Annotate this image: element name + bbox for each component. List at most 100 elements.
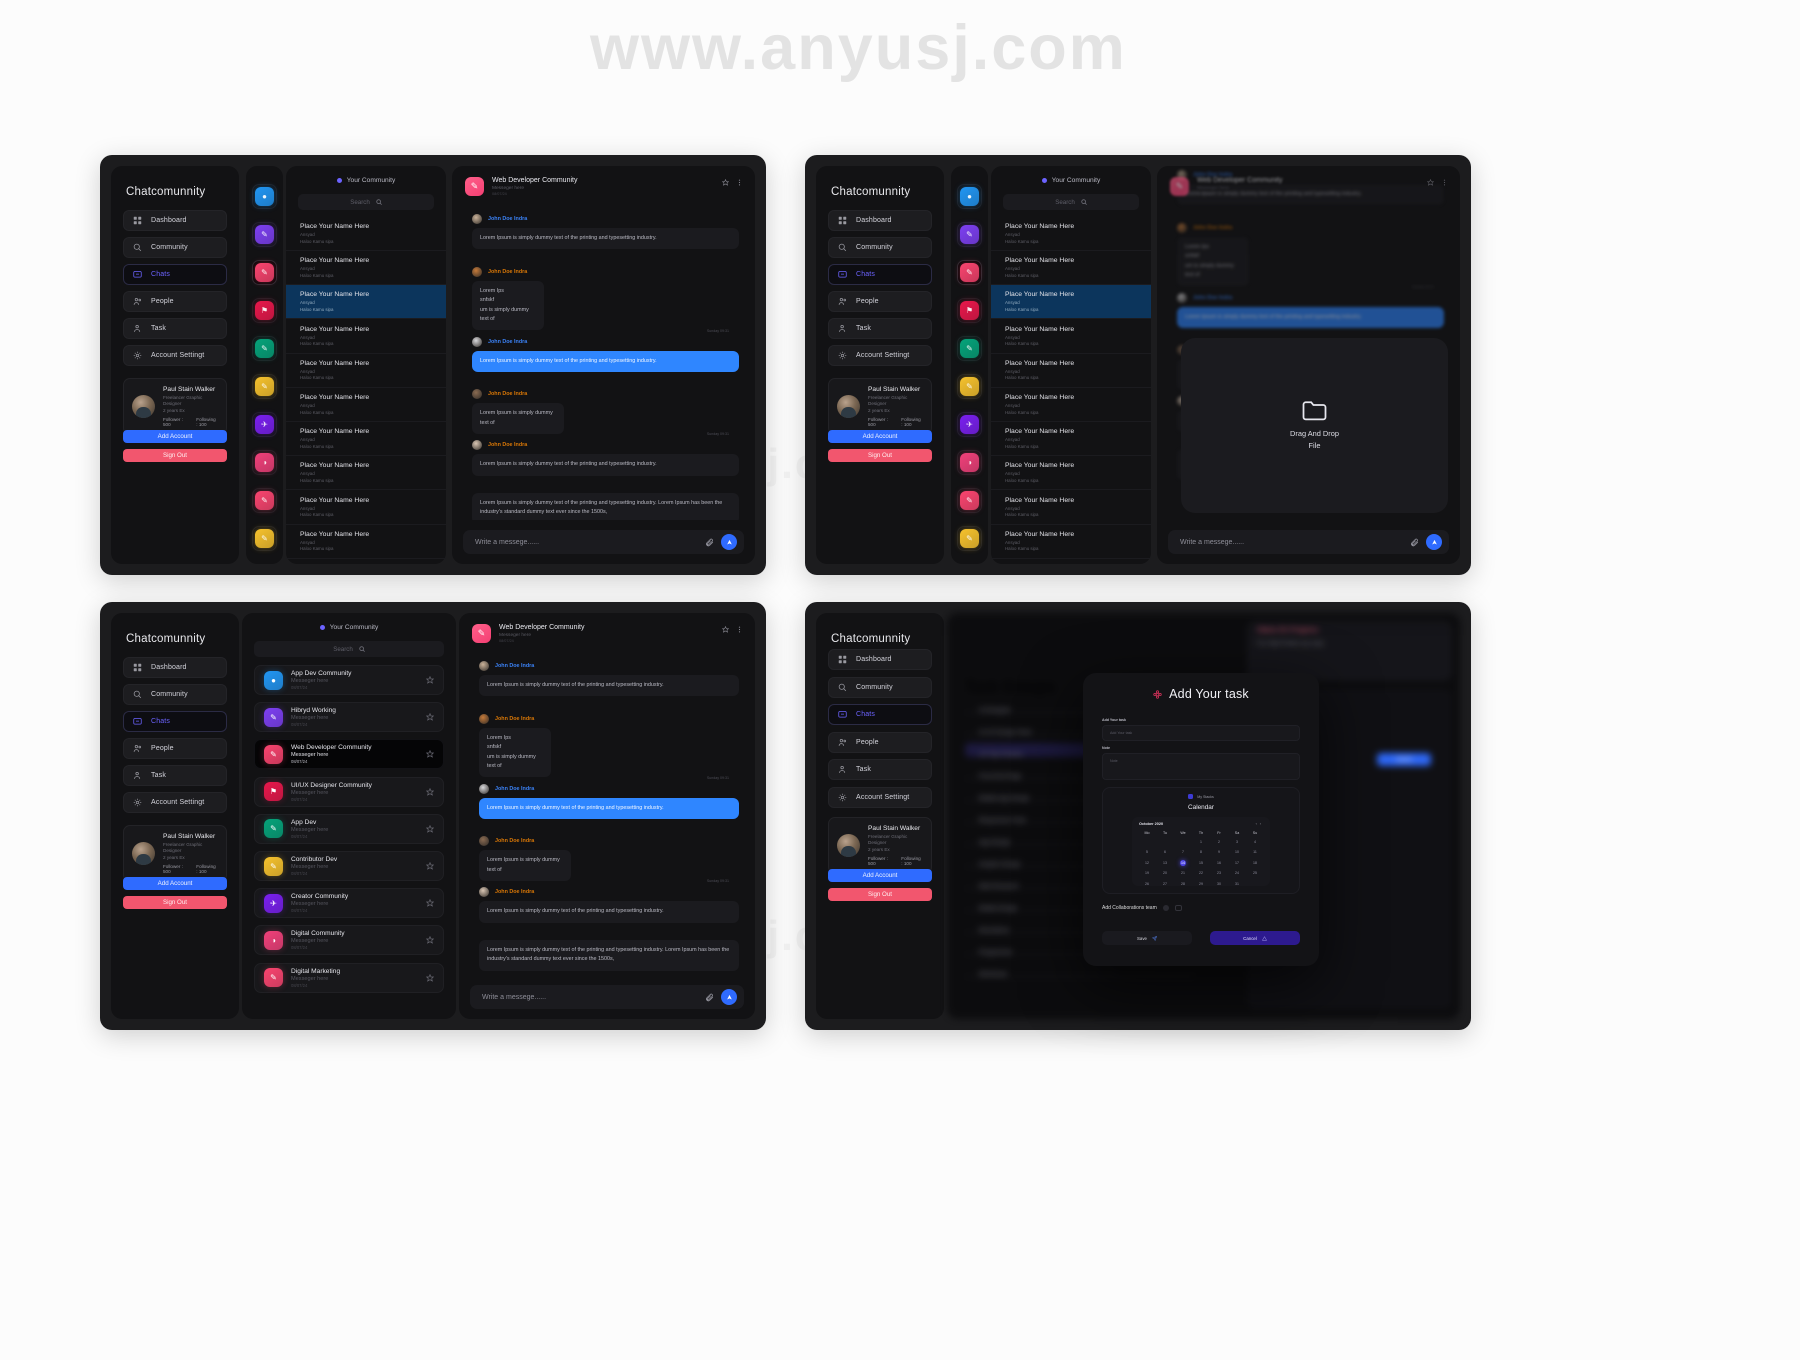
- sidebar-item-people[interactable]: People: [123, 291, 227, 312]
- add-account-button[interactable]: Add Account: [828, 869, 932, 882]
- calendar-day[interactable]: 20: [1156, 870, 1174, 876]
- sign-out-button[interactable]: Sign Out: [828, 888, 932, 901]
- chat-list-item[interactable]: Place Your Name Here Ansyad Haloo Kamu sip…: [286, 217, 446, 251]
- digital-marketing-icon[interactable]: ✎: [957, 488, 982, 513]
- sign-out-button[interactable]: Sign Out: [123, 896, 227, 909]
- hibryd-working-icon[interactable]: ✎: [252, 222, 277, 247]
- sidebar-item-account-settingt[interactable]: Account Settingt: [123, 792, 227, 813]
- calendar-day[interactable]: 22: [1192, 870, 1210, 876]
- star-icon[interactable]: [722, 626, 729, 633]
- profile-card[interactable]: Paul Stain Walker Freelancer Graphic Des…: [828, 817, 932, 874]
- chat-list-item[interactable]: Place Your Name Here Ansyad Haloo Kamu sip…: [991, 422, 1151, 457]
- sidebar-item-dashboard[interactable]: Dashboard: [123, 210, 227, 231]
- sidebar-item-community[interactable]: Community: [123, 684, 227, 705]
- sidebar-item-people[interactable]: People: [123, 738, 227, 759]
- calendar-day[interactable]: 9: [1210, 849, 1228, 855]
- creator-community-icon[interactable]: ✈: [252, 412, 277, 437]
- more-options-icon[interactable]: [736, 179, 743, 186]
- star-icon[interactable]: [1427, 179, 1434, 186]
- chat-list-item[interactable]: Place Your Name Here Ansyad Haloo Kamu sip…: [286, 422, 446, 457]
- calendar-day[interactable]: 5: [1138, 849, 1156, 855]
- more-options-icon[interactable]: [1441, 179, 1448, 186]
- attachment-icon[interactable]: [705, 538, 714, 547]
- sign-out-button[interactable]: Sign Out: [123, 449, 227, 462]
- chat-list-item[interactable]: Place Your Name Here Ansyad Haloo Kamu sip…: [286, 456, 446, 491]
- chat-list-item[interactable]: Place Your Name Here Ansyad Haloo Kamu sip…: [991, 388, 1151, 422]
- profile-card[interactable]: Paul Stain Walker Freelancer Graphic Des…: [828, 378, 932, 435]
- calendar-day[interactable]: 14: [1180, 859, 1186, 866]
- star-icon[interactable]: [426, 676, 434, 684]
- message-composer[interactable]: Write a messege......: [470, 985, 744, 1009]
- hibryd-working-icon[interactable]: ✎: [957, 222, 982, 247]
- community-list-item[interactable]: ✎ Contributor Dev Messeger here 08/07/24: [254, 851, 444, 881]
- star-icon[interactable]: [426, 862, 434, 870]
- sidebar-item-task[interactable]: Task: [123, 765, 227, 786]
- sidebar-item-dashboard[interactable]: Dashboard: [828, 210, 932, 231]
- cancel-button[interactable]: Cancel: [1210, 931, 1300, 945]
- sidebar-item-task[interactable]: Task: [828, 318, 932, 339]
- sidebar-item-task[interactable]: Task: [828, 759, 932, 780]
- calendar-day[interactable]: 6: [1156, 849, 1174, 855]
- chat-list-item[interactable]: Place Your Name Here Ansyad Haloo Kamu sip…: [991, 354, 1151, 388]
- calendar-grid[interactable]: October 2020 ‹› Mo Tu We Th Fr Sa Su 123456789…: [1132, 817, 1270, 886]
- calendar-day[interactable]: 23: [1210, 870, 1228, 876]
- star-icon[interactable]: [426, 750, 434, 759]
- sidebar-item-account-settingt[interactable]: Account Settingt: [828, 786, 932, 808]
- creator-community-icon[interactable]: ✈: [957, 412, 982, 437]
- calendar-day[interactable]: 29: [1192, 881, 1210, 887]
- calendar-day[interactable]: 11: [1246, 849, 1264, 855]
- calendar-days[interactable]: 1 2 3 4 5 6 7 8 9 10 11 12 13 14 15 16 17 18 19 20 21 22 23 24 2…: [1138, 839, 1264, 887]
- calendar-day[interactable]: 31: [1228, 881, 1246, 887]
- sidebar-item-people[interactable]: People: [828, 291, 932, 312]
- community-list-item[interactable]: ✎ App Dev Messeger here 08/07/24: [254, 813, 444, 844]
- app-dev-icon[interactable]: ✎: [957, 336, 982, 361]
- community-list-item[interactable]: ● App Dev Community Messeger here 08/07/24: [254, 665, 444, 695]
- note-input[interactable]: Note: [1102, 753, 1300, 780]
- sidebar-item-chats[interactable]: Chats: [828, 704, 932, 725]
- chat-list-item[interactable]: Place Your Name Here Ansyad Haloo Kamu sip…: [991, 456, 1151, 491]
- community-list-item[interactable]: ✎ Hibryd Working Messeger here 08/07/24: [254, 702, 444, 733]
- calendar-day[interactable]: 28: [1174, 881, 1192, 887]
- calendar-day[interactable]: 24: [1228, 870, 1246, 876]
- uiux-designer-community-icon[interactable]: ⚑: [957, 298, 982, 323]
- star-icon[interactable]: [426, 713, 434, 721]
- calendar-day[interactable]: 2: [1210, 839, 1228, 845]
- calendar-day[interactable]: 16: [1210, 860, 1228, 866]
- search-input[interactable]: Search: [254, 641, 444, 657]
- send-button[interactable]: [721, 989, 737, 1005]
- sidebar-item-people[interactable]: People: [828, 731, 932, 753]
- sidebar-item-dashboard[interactable]: Dashboard: [123, 657, 227, 678]
- calendar-day[interactable]: 18: [1246, 860, 1264, 866]
- calendar-day[interactable]: 8: [1192, 849, 1210, 855]
- calendar-day[interactable]: 26: [1138, 881, 1156, 887]
- star-icon[interactable]: [426, 899, 434, 907]
- sign-out-button[interactable]: Sign Out: [828, 449, 932, 462]
- send-button[interactable]: [1426, 534, 1442, 550]
- sidebar-item-community[interactable]: Community: [828, 676, 932, 698]
- drag-drop-zone[interactable]: Drag And Drop File: [1181, 338, 1448, 513]
- digital-community-icon[interactable]: ◑: [957, 450, 982, 475]
- community-list-item[interactable]: ✎ Digital Marketing Messeger here 08/07/24: [254, 962, 444, 993]
- calendar-day[interactable]: 17: [1228, 860, 1246, 866]
- search-input[interactable]: Search: [298, 194, 434, 210]
- sidebar-item-chats[interactable]: Chats: [828, 264, 932, 285]
- star-icon[interactable]: [426, 787, 434, 796]
- calendar-day[interactable]: 3: [1228, 839, 1246, 845]
- chat-list-item[interactable]: Place Your Name Here Ansyad Haloo Kamu sip…: [286, 491, 446, 525]
- my-stacks-row[interactable]: My Stacks: [1103, 794, 1299, 799]
- app-dev-community-icon[interactable]: ●: [957, 184, 982, 209]
- star-icon[interactable]: [722, 179, 729, 186]
- collab-avatar-icon[interactable]: [1162, 905, 1169, 911]
- star-icon[interactable]: [426, 936, 434, 945]
- sidebar-item-task[interactable]: Task: [123, 318, 227, 339]
- message-composer[interactable]: Write a messege......: [463, 530, 744, 554]
- calendar-day[interactable]: 21: [1174, 870, 1192, 876]
- add-account-button[interactable]: Add Account: [828, 430, 932, 443]
- web-developer-community-icon[interactable]: ✎: [957, 260, 982, 285]
- attachment-icon[interactable]: [705, 993, 714, 1002]
- calendar-day[interactable]: 1: [1192, 839, 1210, 845]
- contributor-dev-icon[interactable]: ✎: [252, 374, 277, 399]
- chat-list[interactable]: Place Your Name Here Ansyad Haloo Kamu sip…: [286, 217, 446, 564]
- sidebar-item-account-settingt[interactable]: Account Settingt: [828, 345, 932, 366]
- sidebar-item-chats[interactable]: Chats: [123, 711, 227, 732]
